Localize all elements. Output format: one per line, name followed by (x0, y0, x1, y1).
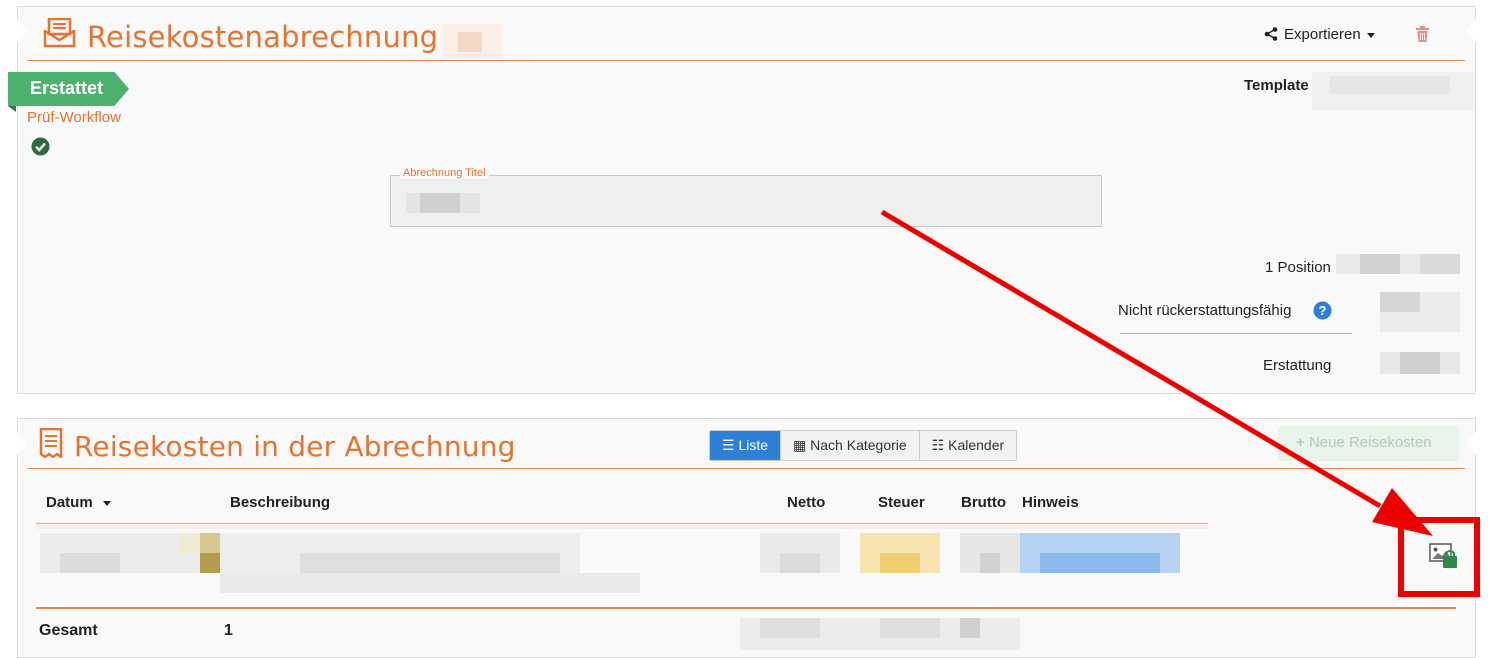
highlight-box (1398, 517, 1480, 597)
annotation-arrow (880, 209, 1433, 536)
